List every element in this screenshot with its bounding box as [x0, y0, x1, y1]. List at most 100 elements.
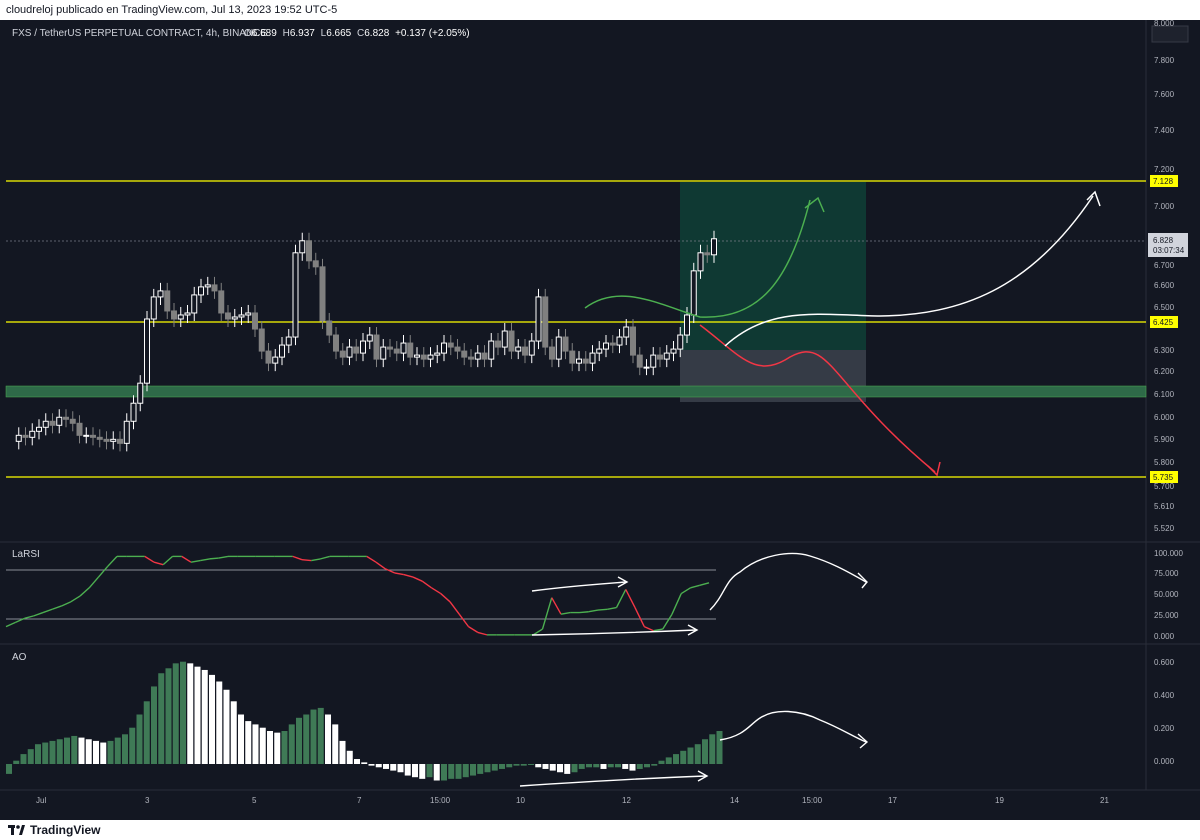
ao-bar [499, 764, 505, 769]
time-tick: 5 [252, 796, 257, 805]
support-zone [5, 385, 1147, 398]
candle-body [366, 334, 373, 342]
candle-body [589, 352, 596, 364]
ao-bar [42, 742, 49, 764]
ao-bar [535, 764, 542, 768]
candle-body [569, 350, 576, 364]
ao-bar [310, 709, 317, 764]
ao-bar [325, 714, 331, 764]
ao-bar [542, 764, 549, 769]
ao-bar [151, 686, 157, 764]
ao-bar [288, 724, 295, 764]
rsi-tick: 25.000 [1154, 611, 1179, 620]
ao-bar [549, 764, 556, 771]
level-label-5735: 5.735 [1153, 473, 1174, 482]
ao-bar [303, 714, 310, 764]
time-tick: 15:00 [802, 796, 823, 805]
price-tick: 6.700 [1154, 261, 1175, 270]
candle-body [130, 402, 137, 422]
candle-body [373, 334, 380, 360]
candle-body [231, 316, 238, 320]
ao-bar [607, 764, 614, 768]
candle-body [630, 326, 636, 356]
ao-bar [615, 764, 621, 768]
ao-bar [354, 759, 360, 764]
ao-bar [129, 727, 136, 764]
candle-body [164, 290, 171, 312]
price-tick: 6.100 [1154, 390, 1175, 399]
candle-body [346, 346, 353, 358]
ao-bar [172, 663, 179, 764]
candle-body [407, 342, 414, 358]
ao-bar [238, 714, 244, 764]
time-tick: 12 [622, 796, 631, 805]
ao-bar [665, 757, 672, 764]
ao-bar [433, 764, 440, 781]
ao-bar [281, 731, 288, 764]
candle-body [380, 346, 387, 360]
candle-body [684, 314, 690, 336]
ao-bar [136, 714, 143, 764]
candle-body [501, 330, 508, 348]
price-tick: 7.400 [1154, 126, 1175, 135]
ao-bar [491, 764, 498, 771]
candle-body [123, 420, 130, 444]
ao-bar [143, 701, 150, 764]
time-tick: 15:00 [430, 796, 451, 805]
ao-bar [470, 764, 476, 776]
candle-body [650, 354, 657, 368]
ao-tick: 0.000 [1154, 757, 1175, 766]
price-tick: 7.800 [1154, 56, 1175, 65]
ao-bar [27, 749, 34, 764]
price-chart[interactable]: FXS / TetherUS PERPETUAL CONTRACT, 4h, B… [0, 20, 1200, 820]
ao-bar [680, 750, 687, 764]
candle-body [245, 312, 252, 316]
candle-body [387, 346, 393, 350]
ao-bar [245, 721, 252, 764]
ao-bar [694, 744, 701, 764]
symbol-legend[interactable]: FXS / TetherUS PERPETUAL CONTRACT, 4h, B… [12, 28, 470, 39]
brand-name: TradingView [30, 823, 101, 837]
candle-body [616, 336, 623, 346]
ao-bar [122, 734, 128, 764]
candle-body [468, 356, 474, 360]
ao-bar [194, 666, 201, 764]
rsi-tick: 0.000 [1154, 632, 1175, 641]
ao-bar [93, 740, 99, 764]
time-tick: 17 [888, 796, 897, 805]
candle-body [434, 352, 441, 356]
candle-body [272, 356, 279, 364]
ao-bar [216, 681, 223, 764]
tradingview-logo-icon [8, 825, 25, 835]
ao-bar [78, 737, 85, 764]
ao-bar [375, 764, 382, 768]
ao-bar [477, 764, 484, 774]
candle-body [252, 312, 258, 330]
ao-bar [687, 747, 694, 764]
candle-body [677, 334, 684, 350]
ao-bar [274, 732, 281, 764]
ao-bar [390, 764, 397, 771]
candle-body [474, 352, 481, 360]
ao-bar [419, 764, 426, 779]
price-tick: 5.700 [1154, 482, 1175, 491]
ao-tick: 0.200 [1154, 724, 1175, 733]
candle-body [704, 252, 711, 256]
candle-body [42, 420, 49, 428]
candle-body [414, 354, 420, 358]
candle-body [312, 260, 319, 268]
ao-bar [404, 764, 411, 776]
candle-body [63, 416, 69, 420]
ao-bar [252, 724, 259, 764]
candle-body [258, 328, 265, 352]
publish-info: cloudreloj publicado en TradingView.com,… [0, 0, 1200, 20]
price-tick: 5.520 [1154, 524, 1175, 533]
candle-body [663, 352, 670, 360]
scale-settings-button[interactable] [1151, 25, 1189, 43]
ao-bar [629, 764, 636, 771]
candle-body [711, 238, 717, 256]
ao-bar [180, 661, 186, 764]
ao-bar [230, 701, 237, 764]
rsi-segment [209, 557, 219, 560]
candle-body [690, 270, 697, 316]
